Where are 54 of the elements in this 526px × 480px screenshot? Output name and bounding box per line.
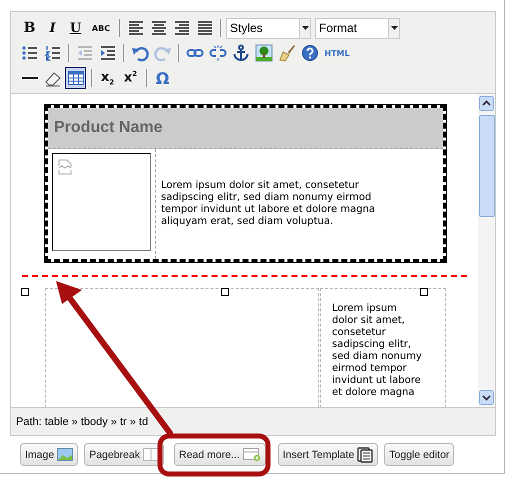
help-button[interactable] [299, 42, 320, 64]
outdent-icon [76, 44, 94, 62]
brush-icon [278, 44, 296, 62]
table-icon [66, 69, 84, 87]
pagebreak-button[interactable]: Pagebreak [84, 443, 164, 466]
html-source-button[interactable]: HTML [322, 42, 352, 64]
underline-button[interactable]: U [65, 17, 86, 39]
align-left-icon [126, 19, 144, 37]
superscript-button[interactable]: x$^{2}$ [120, 67, 141, 89]
dropdown[interactable]: Format [315, 18, 400, 38]
resize-handle[interactable] [221, 288, 229, 296]
scroll-down-icon[interactable] [479, 390, 494, 405]
broken-chain-icon [208, 44, 226, 62]
image-button[interactable]: Image [20, 443, 78, 466]
align-right-icon [172, 19, 190, 37]
scroll-thumb[interactable] [478, 115, 494, 217]
italic-button[interactable]: I [42, 17, 63, 39]
undo-arrow-icon [130, 44, 148, 62]
unlink-button[interactable] [207, 42, 228, 64]
numbered-list-icon [44, 44, 62, 62]
element-path: Path: table » tbody » tr » td [16, 416, 148, 428]
justify-icon [196, 19, 214, 37]
help-icon [300, 44, 318, 62]
insert-template-button[interactable]: Insert Template [278, 443, 378, 466]
landscape-icon [57, 448, 74, 461]
resize-handle[interactable] [420, 288, 428, 296]
redo-arrow-icon [154, 44, 172, 62]
strikethrough-button[interactable]: ABC [88, 17, 114, 39]
dropdown[interactable]: Styles [226, 18, 311, 38]
tree-picture-icon [254, 44, 272, 62]
product-description: Lorem ipsum dolor sit amet, consetetur sadipscing elitr, sed diam nonumy eirmod tempor invidunt ut labore et dolore magna aliquyam erat, sed diam voluptua. [161, 180, 376, 228]
anchor-icon [232, 44, 250, 62]
broken-image-icon [58, 159, 72, 175]
resize-handle[interactable] [21, 288, 29, 296]
page-add-icon [242, 448, 261, 462]
caret-icon [390, 26, 398, 30]
product-name-heading: Product Name [54, 119, 162, 137]
special-character-button[interactable]: Ω [152, 67, 173, 89]
page-columns-icon [142, 448, 159, 461]
indent-icon [98, 44, 116, 62]
document-icon [357, 446, 374, 462]
bullet-list-icon [20, 44, 38, 62]
table-cell-text: Lorem ipsum dolor sit amet, consetetur sadipscing elitr, sed diam nonumy eirmod tempor invidunt ut labore et dolore magna [332, 303, 423, 399]
horizontal-line-icon [20, 77, 38, 79]
vertical-scrollbar[interactable] [478, 94, 495, 407]
read-more-button[interactable]: Read more... [174, 443, 266, 466]
table-button[interactable] [65, 67, 86, 89]
insert-image-button[interactable] [253, 42, 274, 64]
align-center-icon [150, 19, 168, 37]
scroll-up-icon[interactable] [479, 96, 494, 111]
toggle-editor-button[interactable]: Toggle editor [384, 443, 454, 466]
caret-icon [302, 26, 308, 30]
bold-button[interactable]: B [19, 17, 40, 39]
subscript-button[interactable]: x$_{2}$ [97, 67, 118, 89]
